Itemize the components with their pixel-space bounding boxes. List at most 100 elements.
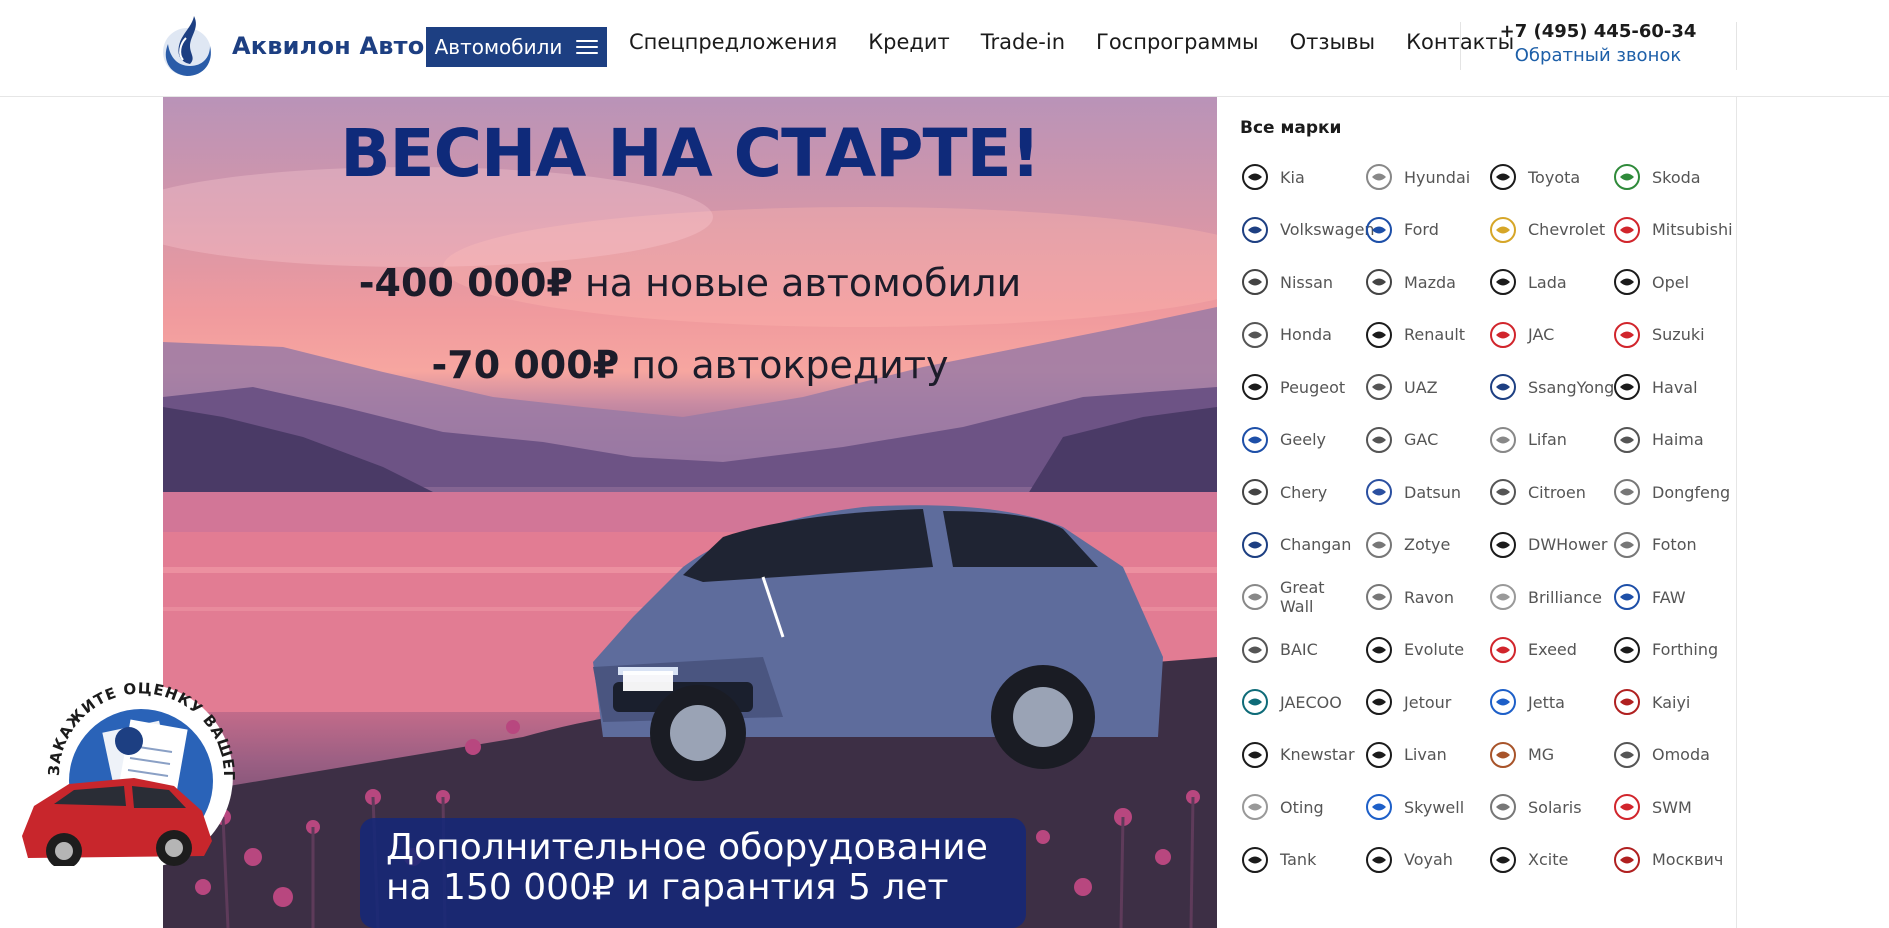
brand-item-dongfeng[interactable]: Dongfeng [1612, 472, 1736, 512]
brand-item-brilliance[interactable]: Brilliance [1488, 577, 1612, 617]
kia-logo-icon [1240, 162, 1270, 192]
brand-name: Hyundai [1404, 167, 1471, 187]
brand-item-jaecoo[interactable]: JAECOO [1240, 682, 1364, 722]
brand-item-haima[interactable]: Haima [1612, 420, 1736, 460]
brand-item-datsun[interactable]: Datsun [1364, 472, 1488, 512]
nav-special-offers[interactable]: Спецпредложения [629, 30, 837, 54]
brand-item-chevrolet[interactable]: Chevrolet [1488, 210, 1612, 250]
volkswagen-logo-icon [1240, 215, 1270, 245]
zotye-logo-icon [1364, 530, 1394, 560]
brand-item-citroen[interactable]: Citroen [1488, 472, 1612, 512]
brand-item-ssangyong[interactable]: SsangYong [1488, 367, 1614, 407]
livan-logo-icon [1364, 740, 1394, 770]
brand-item-xcite[interactable]: Xcite [1488, 840, 1612, 880]
brand-item-tank[interactable]: Tank [1240, 840, 1364, 880]
brand-item-changan[interactable]: Changan [1240, 525, 1364, 565]
offer-credit-text: по автокредиту [619, 343, 949, 387]
brand-item-moskvich[interactable]: Москвич [1612, 840, 1736, 880]
hero-landscape-image [163, 167, 1217, 928]
brand-item-jetta[interactable]: Jetta [1488, 682, 1612, 722]
brand-item-dwhower[interactable]: DWHower [1488, 525, 1612, 565]
brand-item-toyota[interactable]: Toyota [1488, 157, 1612, 197]
brand-name: Haima [1652, 430, 1704, 449]
brand-item-jetour[interactable]: Jetour [1364, 682, 1488, 722]
mg-logo-icon [1488, 740, 1518, 770]
brand-item-omoda[interactable]: Omoda [1612, 735, 1736, 775]
brand-item-ford[interactable]: Ford [1364, 210, 1488, 250]
nissan-logo-icon [1240, 267, 1270, 297]
brand-item-skoda[interactable]: Skoda [1612, 157, 1736, 197]
brand-name: Peugeot [1280, 377, 1346, 397]
callback-link[interactable]: Обратный звонок [1460, 45, 1736, 66]
nav-credit[interactable]: Кредит [868, 30, 950, 54]
brand-name: Chery [1280, 482, 1328, 502]
skoda-logo-icon [1612, 162, 1642, 192]
tank-logo-icon [1240, 845, 1270, 875]
haval-logo-icon [1612, 372, 1642, 402]
greatwall-logo-icon [1240, 582, 1270, 612]
hamburger-icon [576, 40, 599, 54]
trade-in-evaluation-sticker[interactable]: ЗАКАЖИТЕ ОЦЕНКУ ВАШЕГО АВТОМОБИЛЯ [6, 652, 264, 869]
brand-item-exeed[interactable]: Exeed [1488, 630, 1612, 670]
brand-item-renault[interactable]: Renault [1364, 315, 1488, 355]
brand-item-faw[interactable]: FAW [1612, 577, 1736, 617]
nav-trade-in[interactable]: Trade-in [981, 30, 1065, 54]
brand-item-foton[interactable]: Foton [1612, 525, 1736, 565]
lada-logo-icon [1488, 267, 1518, 297]
brand-item-solaris[interactable]: Solaris [1488, 787, 1612, 827]
brand-name: Lada [1528, 272, 1567, 292]
brand-name: Lifan [1528, 430, 1567, 449]
brand-item-mg[interactable]: MG [1488, 735, 1612, 775]
brand-item-gac[interactable]: GAC [1364, 420, 1488, 460]
chevrolet-logo-icon [1488, 215, 1518, 245]
brand-item-zotye[interactable]: Zotye [1364, 525, 1488, 565]
brand-item-evolute[interactable]: Evolute [1364, 630, 1488, 670]
cars-menu-button[interactable]: Автомобили [426, 27, 607, 67]
hero-banner[interactable]: ВЕСНА НА СТАРТЕ! -400 000₽ на новые авто… [163, 97, 1217, 928]
brand-item-geely[interactable]: Geely [1240, 420, 1364, 460]
brand-item-chery[interactable]: Chery [1240, 472, 1364, 512]
brand-item-suzuki[interactable]: Suzuki [1612, 315, 1736, 355]
brand-item-nissan[interactable]: Nissan [1240, 262, 1364, 302]
brand-name: Suzuki [1652, 325, 1705, 344]
brand-item-skywell[interactable]: Skywell [1364, 787, 1488, 827]
brand-item-forthing[interactable]: Forthing [1612, 630, 1736, 670]
brand-item-uaz[interactable]: UAZ [1364, 367, 1488, 407]
brand-item-lada[interactable]: Lada [1488, 262, 1612, 302]
brand-item-lifan[interactable]: Lifan [1488, 420, 1612, 460]
brand-item-mazda[interactable]: Mazda [1364, 262, 1488, 302]
nav-reviews[interactable]: Отзывы [1290, 30, 1375, 54]
brand-name: Oting [1280, 797, 1324, 817]
site-header: Аквилон Авто Автомобили Спецпредложения … [0, 0, 1889, 97]
brand-name: Livan [1404, 745, 1447, 764]
brand-item-oting[interactable]: Oting [1240, 787, 1364, 827]
brand-item-hyundai[interactable]: Hyundai [1364, 157, 1488, 197]
brand-item-jac[interactable]: JAC [1488, 315, 1612, 355]
brand-item-peugeot[interactable]: Peugeot [1240, 367, 1364, 407]
brand-item-greatwall[interactable]: Great Wall [1240, 577, 1364, 617]
brand-item-haval[interactable]: Haval [1612, 367, 1736, 407]
jac-logo-icon [1488, 320, 1518, 350]
brand-item-knewstar[interactable]: Knewstar [1240, 735, 1364, 775]
brand-name: Skywell [1404, 797, 1465, 817]
nav-gov-programs[interactable]: Госпрограммы [1096, 30, 1259, 54]
site-logo[interactable]: Аквилон Авто [160, 14, 424, 78]
brand-item-voyah[interactable]: Voyah [1364, 840, 1488, 880]
brand-name: JAC [1528, 325, 1555, 344]
brand-item-ravon[interactable]: Ravon [1364, 577, 1488, 617]
brand-item-kaiyi[interactable]: Kaiyi [1612, 682, 1736, 722]
brand-item-livan[interactable]: Livan [1364, 735, 1488, 775]
brand-item-swm[interactable]: SWM [1612, 787, 1736, 827]
brand-item-baic[interactable]: BAIC [1240, 630, 1364, 670]
brand-item-kia[interactable]: Kia [1240, 157, 1364, 197]
brand-name: Ravon [1404, 587, 1454, 607]
brand-item-mitsubishi[interactable]: Mitsubishi [1612, 210, 1736, 250]
brand-item-opel[interactable]: Opel [1612, 262, 1736, 302]
brand-item-volkswagen[interactable]: Volkswagen [1240, 210, 1375, 250]
hyundai-logo-icon [1364, 162, 1394, 192]
cars-menu-label: Автомобили [434, 35, 563, 59]
brand-name: Ford [1404, 220, 1439, 239]
brand-name: Kia [1280, 167, 1305, 187]
phone-number[interactable]: +7 (495) 445-60-34 [1460, 21, 1736, 42]
brand-item-honda[interactable]: Honda [1240, 315, 1364, 355]
